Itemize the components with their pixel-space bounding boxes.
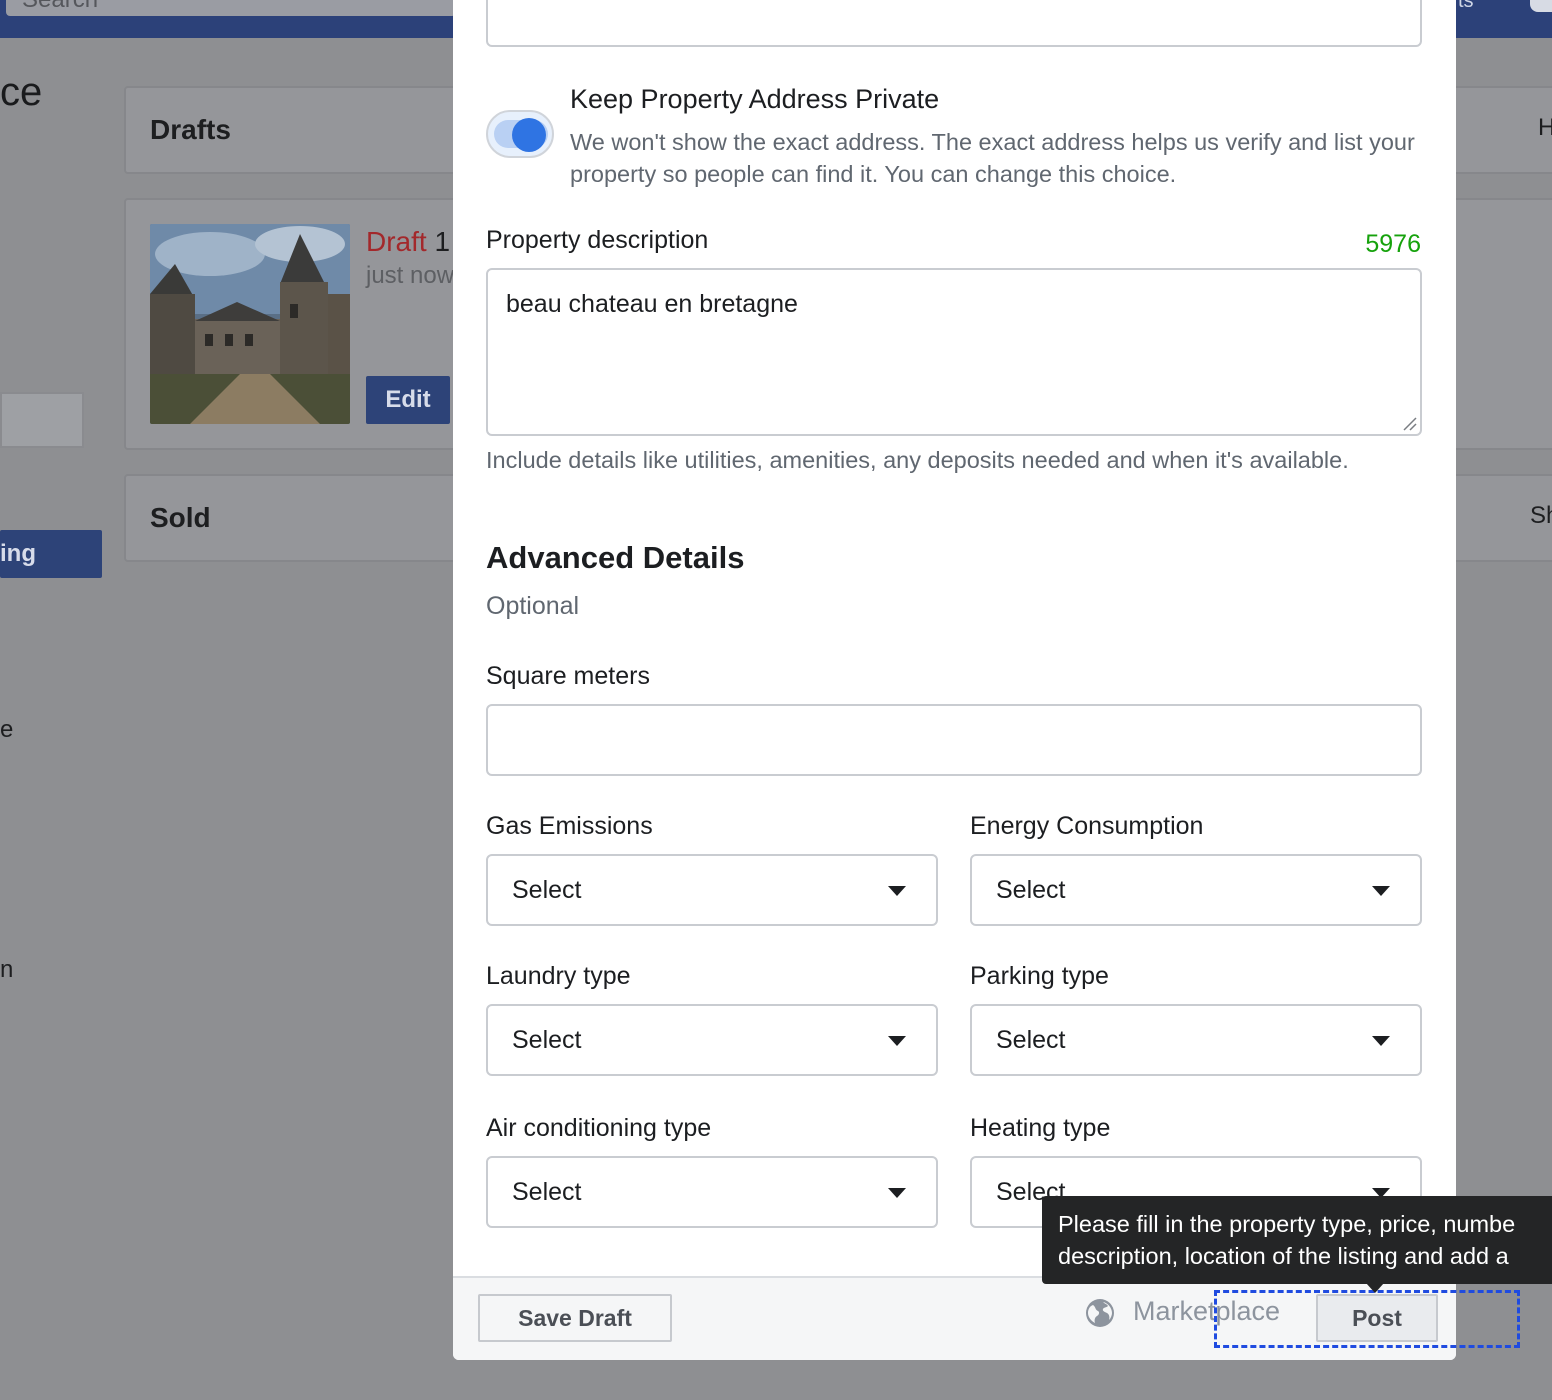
resize-grip-icon[interactable] bbox=[1401, 415, 1417, 431]
tooltip-line-2: description, location of the listing and… bbox=[1058, 1243, 1509, 1269]
left-sidebar-text-2[interactable]: n bbox=[0, 956, 13, 984]
property-description-textarea[interactable]: beau chateau en bretagne bbox=[486, 268, 1422, 436]
address-field[interactable] bbox=[486, 0, 1422, 47]
caret-down-icon bbox=[1372, 886, 1390, 896]
parking-type-select[interactable]: Select bbox=[970, 1004, 1422, 1076]
air-conditioning-type-select[interactable]: Select bbox=[486, 1156, 938, 1228]
draft-title-text: Draft bbox=[366, 226, 427, 257]
square-meters-label: Square meters bbox=[486, 662, 650, 690]
select-value: Select bbox=[512, 1026, 582, 1054]
advanced-details-optional: Optional bbox=[486, 592, 580, 620]
caret-down-icon bbox=[888, 886, 906, 896]
energy-consumption-label: Energy Consumption bbox=[970, 812, 1204, 840]
laundry-type-select[interactable]: Select bbox=[486, 1004, 938, 1076]
left-sidebar-box[interactable] bbox=[0, 392, 84, 448]
energy-consumption-select[interactable]: Select bbox=[970, 854, 1422, 926]
right-link-2[interactable]: Sh bbox=[1530, 502, 1552, 530]
search-input[interactable]: Search bbox=[6, 0, 456, 16]
focus-highlight bbox=[1214, 1290, 1520, 1348]
character-counter: 5976 bbox=[1365, 230, 1421, 258]
left-sidebar-button[interactable]: ing bbox=[0, 530, 102, 578]
description-value: beau chateau en bretagne bbox=[506, 290, 798, 318]
caret-down-icon bbox=[1372, 1036, 1390, 1046]
draft-title[interactable]: Draft 1 bbox=[366, 226, 450, 258]
create-listing-dialog: Keep Property Address Private We won't s… bbox=[453, 0, 1456, 1360]
gas-emissions-label: Gas Emissions bbox=[486, 812, 653, 840]
sold-label: Sold bbox=[150, 502, 211, 533]
property-description-label: Property description bbox=[486, 226, 709, 254]
heating-type-label: Heating type bbox=[970, 1114, 1111, 1142]
tooltip-arrow bbox=[1366, 1283, 1384, 1293]
left-sidebar-text-1[interactable]: e bbox=[0, 716, 13, 744]
page-title: ce bbox=[0, 70, 43, 114]
draft-timestamp: just now bbox=[366, 262, 455, 289]
parking-type-label: Parking type bbox=[970, 962, 1109, 990]
air-conditioning-type-label: Air conditioning type bbox=[486, 1114, 712, 1142]
drafts-label: Drafts bbox=[150, 114, 231, 145]
edit-button[interactable]: Edit bbox=[366, 376, 450, 424]
save-draft-button[interactable]: Save Draft bbox=[478, 1294, 672, 1342]
select-value: Select bbox=[512, 1178, 582, 1206]
description-help-text: Include details like utilities, amenitie… bbox=[486, 447, 1349, 473]
select-value: Select bbox=[996, 1026, 1066, 1054]
keep-address-private-toggle[interactable] bbox=[486, 110, 554, 158]
caret-down-icon bbox=[888, 1036, 906, 1046]
caret-down-icon bbox=[888, 1188, 906, 1198]
tooltip-line-1: Please fill in the property type, price,… bbox=[1058, 1211, 1516, 1237]
laundry-type-label: Laundry type bbox=[486, 962, 631, 990]
toggle-knob bbox=[512, 118, 546, 152]
draft-title-number: 1 bbox=[434, 226, 451, 257]
select-value: Select bbox=[996, 876, 1066, 904]
globe-icon bbox=[1086, 1299, 1114, 1327]
keep-private-title: Keep Property Address Private bbox=[570, 84, 940, 114]
listing-thumbnail[interactable] bbox=[150, 224, 350, 424]
advanced-details-title: Advanced Details bbox=[486, 540, 745, 575]
keep-private-description: We won't show the exact address. The exa… bbox=[570, 129, 1415, 187]
gas-emissions-select[interactable]: Select bbox=[486, 854, 938, 926]
search-placeholder: Search bbox=[22, 0, 98, 14]
right-link-1[interactable]: H bbox=[1538, 114, 1552, 142]
avatar[interactable] bbox=[1530, 0, 1552, 12]
select-value: Select bbox=[512, 876, 582, 904]
square-meters-input[interactable] bbox=[486, 704, 1422, 776]
validation-tooltip: Please fill in the property type, price,… bbox=[1042, 1196, 1552, 1284]
topbar-link[interactable]: ts bbox=[1458, 0, 1518, 12]
